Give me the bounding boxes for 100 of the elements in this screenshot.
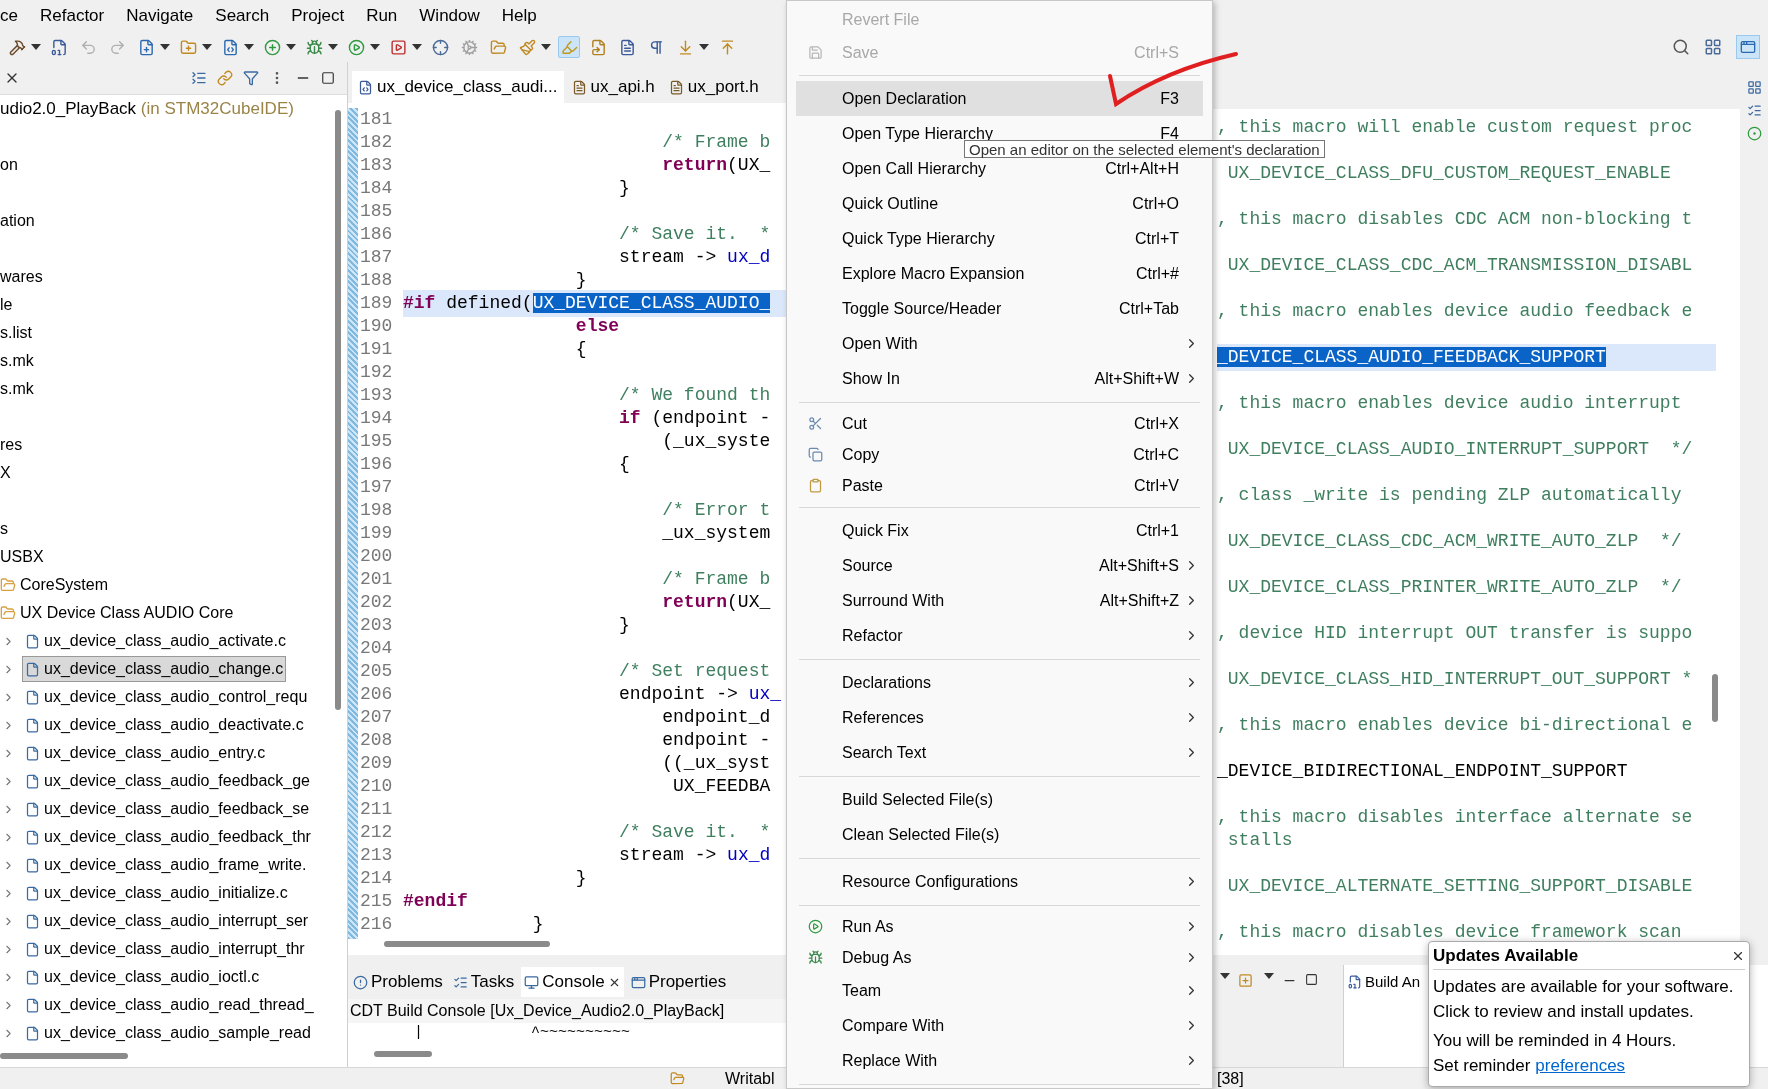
menu-item[interactable]: Open Declaration F3 xyxy=(796,81,1203,116)
tree-item[interactable]: ux_device_class_audio_feedback_ge xyxy=(22,768,313,794)
menu-bar-item[interactable]: Refactor xyxy=(39,3,105,29)
tree-item[interactable]: ux_device_class_audio_change.c xyxy=(22,656,287,682)
panel-tab[interactable]: Console xyxy=(521,967,624,997)
menu-bar-item[interactable]: Window xyxy=(419,3,480,29)
menu-bar-item[interactable]: Run xyxy=(366,3,398,29)
menu-item[interactable]: Open With xyxy=(796,326,1203,361)
menu-item[interactable]: Explore Macro Expansion Ctrl+# xyxy=(796,256,1203,291)
tree-item[interactable]: le xyxy=(0,293,13,317)
caret-icon[interactable] xyxy=(31,44,41,50)
perspective-button[interactable] xyxy=(1736,35,1760,59)
tree-item[interactable]: ux_device_class_audio_interrupt_thr xyxy=(22,936,308,962)
menu-item[interactable]: Declarations xyxy=(796,665,1203,700)
menu-bar-item[interactable]: Search xyxy=(215,3,270,29)
menu-item[interactable]: Paste Ctrl+V xyxy=(796,470,1203,501)
collapse-all-icon[interactable] xyxy=(191,70,207,86)
tree-item[interactable]: ux_device_class_audio_activate.c xyxy=(22,628,289,654)
menu-bar-item[interactable]: Help xyxy=(501,3,537,29)
caret-icon[interactable] xyxy=(1220,973,1230,979)
menu-item[interactable]: Toggle Source/Header Ctrl+Tab xyxy=(796,291,1203,326)
editor-tab[interactable]: ux_port.h xyxy=(662,71,765,103)
menu-item[interactable]: Quick Outline Ctrl+O xyxy=(796,186,1203,221)
perspective-icon[interactable] xyxy=(1704,38,1722,56)
editor-tab[interactable]: ux_device_class_audi... xyxy=(352,71,564,103)
menu-item[interactable]: Team xyxy=(796,973,1203,1008)
menu-item[interactable]: Build Selected File(s) xyxy=(796,782,1203,817)
search-icon[interactable] xyxy=(1672,38,1690,56)
tree-item[interactable]: res xyxy=(0,433,23,457)
panel-tab[interactable]: Properties xyxy=(627,967,730,997)
outline-icon[interactable] xyxy=(1746,80,1762,95)
menu-item[interactable]: Surround With Alt+Shift+Z xyxy=(796,583,1203,618)
tree-item[interactable]: udio2.0_PlayBack (in STM32CubeIDE) xyxy=(0,96,294,122)
caret-icon[interactable] xyxy=(160,44,170,50)
tree-item[interactable]: ux_device_class_audio_sample_read xyxy=(22,1020,314,1046)
menu-item[interactable]: Cut Ctrl+X xyxy=(796,408,1203,439)
caret-icon[interactable] xyxy=(244,44,254,50)
menu-item[interactable]: Compare With xyxy=(796,1008,1203,1043)
tree-item[interactable]: ux_device_class_audio_feedback_se xyxy=(22,796,313,822)
tree-item[interactable]: CoreSystem xyxy=(0,573,109,597)
filter-icon[interactable] xyxy=(243,70,259,86)
caret-icon[interactable] xyxy=(370,44,380,50)
tree-item[interactable]: UX Device Class AUDIO Core xyxy=(0,601,234,625)
menu-item[interactable]: Quick Fix Ctrl+1 xyxy=(796,513,1203,548)
menu-item[interactable]: Copy Ctrl+C xyxy=(796,439,1203,470)
panel-tab[interactable]: Tasks xyxy=(449,967,518,997)
tree-item[interactable]: ux_device_class_audio_deactivate.c xyxy=(22,712,307,738)
editor-tab[interactable]: ux_api.h xyxy=(565,71,661,103)
menu-item[interactable]: Refactor xyxy=(796,618,1203,653)
caret-icon[interactable] xyxy=(1264,973,1274,979)
menu-item[interactable]: Quick Type Hierarchy Ctrl+T xyxy=(796,221,1203,256)
tree-item[interactable]: s xyxy=(0,517,8,541)
tree-item[interactable]: USBX xyxy=(0,545,44,569)
tree-item[interactable]: ation xyxy=(0,209,35,233)
menu-bar-item[interactable]: Navigate xyxy=(126,3,194,29)
tree-item[interactable]: ux_device_class_audio_control_requ xyxy=(22,684,311,710)
tree-item[interactable]: s.mk xyxy=(0,377,34,401)
tree-item[interactable]: X xyxy=(0,461,11,485)
tree-item[interactable]: wares xyxy=(0,265,43,289)
list-icon[interactable] xyxy=(1746,103,1762,118)
menu-item[interactable]: Run As xyxy=(796,911,1203,942)
menu-item[interactable]: Show In Alt+Shift+W xyxy=(796,361,1203,396)
tree-item[interactable]: ux_device_class_audio_feedback_thr xyxy=(22,824,314,850)
horizontal-scrollbar[interactable] xyxy=(374,1051,432,1057)
menu-item[interactable]: Search Text xyxy=(796,735,1203,770)
horizontal-scrollbar[interactable] xyxy=(0,1053,128,1059)
caret-icon[interactable] xyxy=(699,44,709,50)
new-console-icon[interactable] xyxy=(1238,973,1253,988)
caret-icon[interactable] xyxy=(328,44,338,50)
menu-item[interactable]: Source Alt+Shift+S xyxy=(796,548,1203,583)
menu-item[interactable]: Resource Configurations xyxy=(796,864,1203,899)
caret-icon[interactable] xyxy=(286,44,296,50)
tree-item[interactable]: s.list xyxy=(0,321,32,345)
tree-item[interactable]: ux_device_class_audio_entry.c xyxy=(22,740,269,766)
menu-item[interactable]: References xyxy=(796,700,1203,735)
caret-icon[interactable] xyxy=(202,44,212,50)
vertical-scrollbar[interactable] xyxy=(335,110,341,710)
maximize-icon[interactable] xyxy=(321,71,335,85)
menu-bar-item[interactable]: ce xyxy=(0,3,18,29)
tree-item[interactable]: ux_device_class_audio_read_thread_ xyxy=(22,992,317,1018)
panel-tab[interactable]: Problems xyxy=(350,967,446,997)
tree-item[interactable]: ux_device_class_audio_frame_write. xyxy=(22,852,310,878)
menu-bar-item[interactable]: Project xyxy=(291,3,345,29)
target-icon[interactable] xyxy=(1746,126,1762,141)
preferences-link[interactable]: preferences xyxy=(1535,1053,1626,1078)
tree-item[interactable]: on xyxy=(0,153,18,177)
panel-tab[interactable]: Build An xyxy=(1348,971,1421,994)
maximize-icon[interactable] xyxy=(1305,973,1318,986)
tree-item[interactable]: ux_device_class_audio_ioctl.c xyxy=(22,964,263,990)
menu-item[interactable]: Debug As xyxy=(796,942,1203,973)
tree-item[interactable]: s.mk xyxy=(0,349,34,373)
tree-item[interactable]: ux_device_class_audio_initialize.c xyxy=(22,880,291,906)
link-icon[interactable] xyxy=(217,70,233,86)
vertical-scrollbar[interactable] xyxy=(1712,674,1718,722)
menu-item[interactable]: Replace With xyxy=(796,1043,1203,1078)
horizontal-scrollbar[interactable] xyxy=(384,941,550,947)
caret-icon[interactable] xyxy=(541,44,551,50)
tree-item[interactable]: ux_device_class_audio_interrupt_ser xyxy=(22,908,312,934)
caret-icon[interactable] xyxy=(412,44,422,50)
menu-item[interactable]: Clean Selected File(s) xyxy=(796,817,1203,852)
